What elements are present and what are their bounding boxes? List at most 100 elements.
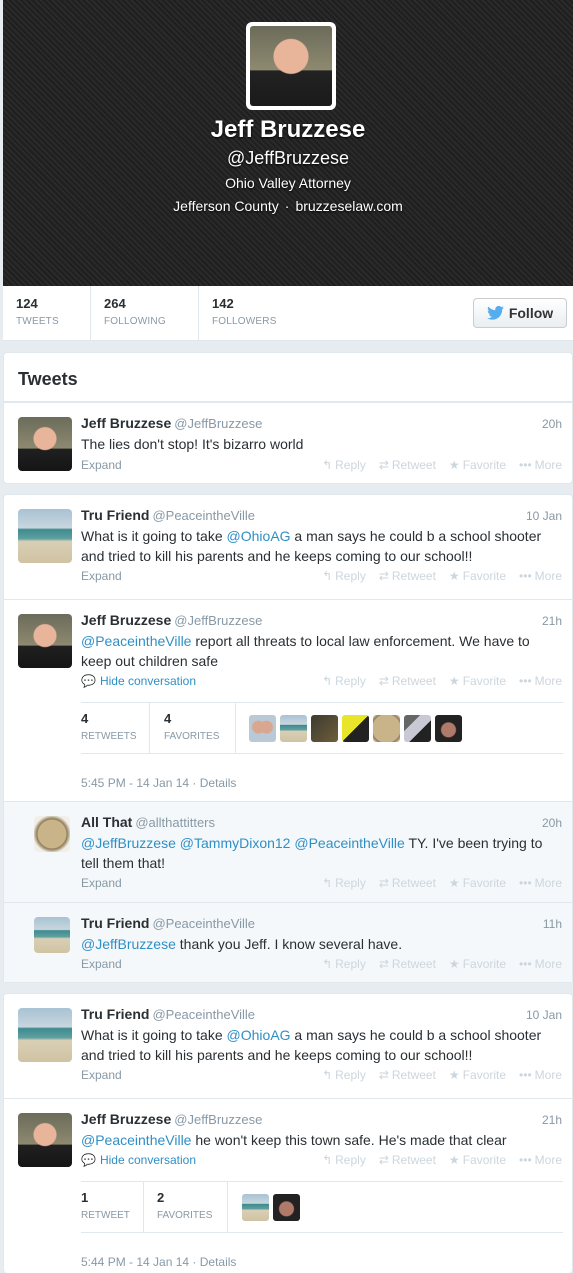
profile-website-link[interactable]: bruzzeselaw.com <box>295 198 402 214</box>
tweet-author-handle[interactable]: @PeaceintheVille <box>152 508 255 523</box>
avatar[interactable] <box>435 715 462 742</box>
tweet-author-handle[interactable]: @JeffBruzzese <box>174 613 262 628</box>
mention-link[interactable]: @TammyDixon12 <box>180 835 291 851</box>
retweet-button[interactable]: ⇄ Retweet <box>379 876 436 890</box>
more-button[interactable]: ••• More <box>519 1153 562 1167</box>
tweet-author-name[interactable]: Tru Friend <box>81 915 149 931</box>
details-link[interactable]: Details <box>200 776 237 790</box>
tweet-author-handle[interactable]: @PeaceintheVille <box>152 916 255 931</box>
avatar[interactable] <box>18 1113 72 1167</box>
tweet[interactable]: Tru Friend @PeaceintheVille 10 Jan What i… <box>4 495 572 599</box>
mention-link[interactable]: @OhioAG <box>227 1027 291 1043</box>
more-button[interactable]: ••• More <box>519 569 562 583</box>
expand-link[interactable]: Expand <box>81 458 122 472</box>
reply-button[interactable]: ↰ Reply <box>322 1153 366 1167</box>
avatar[interactable] <box>18 509 72 563</box>
tweet-author-handle[interactable]: @JeffBruzzese <box>174 416 262 431</box>
mention-link[interactable]: @PeaceintheVille <box>81 1132 191 1148</box>
tweet-author-name[interactable]: Tru Friend <box>81 507 149 523</box>
reply-tweet[interactable]: Tru Friend @PeaceintheVille 11h @JeffBruz… <box>4 902 572 982</box>
more-button[interactable]: ••• More <box>519 674 562 688</box>
retweet-button[interactable]: ⇄ Retweet <box>379 1068 436 1082</box>
tweet-timestamp[interactable]: 10 Jan <box>526 509 562 523</box>
favorite-button[interactable]: ★ Favorite <box>449 876 506 890</box>
avatar[interactable] <box>18 1008 72 1062</box>
more-button[interactable]: ••• More <box>519 1068 562 1082</box>
details-link[interactable]: Details <box>200 1255 237 1269</box>
tweet-timestamp[interactable]: 20h <box>542 816 562 830</box>
reply-button[interactable]: ↰ Reply <box>322 1068 366 1082</box>
reply-button[interactable]: ↰ Reply <box>322 876 366 890</box>
favorite-button[interactable]: ★ Favorite <box>449 569 506 583</box>
avatar[interactable] <box>34 917 70 953</box>
avatar[interactable] <box>18 614 72 668</box>
expand-link[interactable]: Expand <box>81 876 122 890</box>
retweet-button[interactable]: ⇄ Retweet <box>379 1153 436 1167</box>
reply-button[interactable]: ↰ Reply <box>322 957 366 971</box>
favorite-button[interactable]: ★ Favorite <box>449 1068 506 1082</box>
avatar[interactable] <box>404 715 431 742</box>
reply-button[interactable]: ↰ Reply <box>322 674 366 688</box>
tweet[interactable]: Jeff Bruzzese @JeffBruzzese 20h The lies … <box>4 402 572 484</box>
mention-link[interactable]: @JeffBruzzese <box>81 936 176 952</box>
expand-link[interactable]: Expand <box>81 569 122 583</box>
avatar[interactable] <box>249 715 276 742</box>
hide-conversation-link[interactable]: 💬 Hide conversation <box>81 674 196 688</box>
avatar[interactable] <box>242 1194 269 1221</box>
favorite-count[interactable]: 4 FAVORITES <box>164 711 219 742</box>
avatar[interactable] <box>342 715 369 742</box>
retweet-count[interactable]: 4 RETWEETS <box>81 711 137 742</box>
stat-following[interactable]: 264 FOLLOWING <box>91 286 199 341</box>
reply-tweet[interactable]: All That @allthattitters 20h @JeffBruzzes… <box>4 801 572 902</box>
expand-link[interactable]: Expand <box>81 1068 122 1082</box>
tweet-author-name[interactable]: All That <box>81 814 132 830</box>
retweet-button[interactable]: ⇄ Retweet <box>379 569 436 583</box>
more-button[interactable]: ••• More <box>519 876 562 890</box>
avatar[interactable] <box>280 715 307 742</box>
twitter-bird-icon <box>486 306 504 320</box>
retweet-button[interactable]: ⇄ Retweet <box>379 957 436 971</box>
tweet-author-name[interactable]: Jeff Bruzzese <box>81 415 171 431</box>
more-button[interactable]: ••• More <box>519 957 562 971</box>
avatar[interactable] <box>311 715 338 742</box>
follow-button[interactable]: Follow <box>473 298 567 328</box>
tweet-timestamp[interactable]: 21h <box>542 614 562 628</box>
tweet-focused[interactable]: Jeff Bruzzese @JeffBruzzese 21h @Peaceint… <box>4 1098 572 1273</box>
favorite-button[interactable]: ★ Favorite <box>449 957 506 971</box>
tweet-author-name[interactable]: Jeff Bruzzese <box>81 1111 171 1127</box>
avatar[interactable] <box>18 417 72 471</box>
tweet-timestamp[interactable]: 10 Jan <box>526 1008 562 1022</box>
profile-avatar[interactable] <box>246 22 336 110</box>
stat-tweets[interactable]: 124 TWEETS <box>3 286 91 341</box>
retweet-button[interactable]: ⇄ Retweet <box>379 674 436 688</box>
retweet-count[interactable]: 1 RETWEET <box>81 1190 130 1221</box>
mention-link[interactable]: @PeaceintheVille <box>294 835 404 851</box>
stat-followers[interactable]: 142 FOLLOWERS <box>199 286 309 341</box>
tweet-author-name[interactable]: Jeff Bruzzese <box>81 612 171 628</box>
tweet-author-handle[interactable]: @PeaceintheVille <box>152 1007 255 1022</box>
tweet-author-name[interactable]: Tru Friend <box>81 1006 149 1022</box>
tweet-author-handle[interactable]: @JeffBruzzese <box>174 1112 262 1127</box>
mention-link[interactable]: @JeffBruzzese <box>81 835 176 851</box>
mention-link[interactable]: @OhioAG <box>227 528 291 544</box>
retweet-button[interactable]: ⇄ Retweet <box>379 458 436 472</box>
expand-link[interactable]: Expand <box>81 957 122 971</box>
favorite-button[interactable]: ★ Favorite <box>449 458 506 472</box>
avatar[interactable] <box>34 816 70 852</box>
hide-conversation-link[interactable]: 💬 Hide conversation <box>81 1153 196 1167</box>
tweet[interactable]: Tru Friend @PeaceintheVille 10 Jan What i… <box>4 994 572 1098</box>
reply-button[interactable]: ↰ Reply <box>322 458 366 472</box>
favorite-button[interactable]: ★ Favorite <box>449 674 506 688</box>
mention-link[interactable]: @PeaceintheVille <box>81 633 191 649</box>
tweet-timestamp[interactable]: 11h <box>543 917 562 931</box>
more-button[interactable]: ••• More <box>519 458 562 472</box>
tweet-author-handle[interactable]: @allthattitters <box>135 815 215 830</box>
tweet-timestamp[interactable]: 21h <box>542 1113 562 1127</box>
avatar[interactable] <box>273 1194 300 1221</box>
favorite-button[interactable]: ★ Favorite <box>449 1153 506 1167</box>
avatar[interactable] <box>373 715 400 742</box>
favorite-count[interactable]: 2 FAVORITES <box>157 1190 212 1221</box>
reply-button[interactable]: ↰ Reply <box>322 569 366 583</box>
tweet-focused[interactable]: Jeff Bruzzese @JeffBruzzese 21h @Peaceint… <box>4 599 572 801</box>
tweet-timestamp[interactable]: 20h <box>542 417 562 431</box>
